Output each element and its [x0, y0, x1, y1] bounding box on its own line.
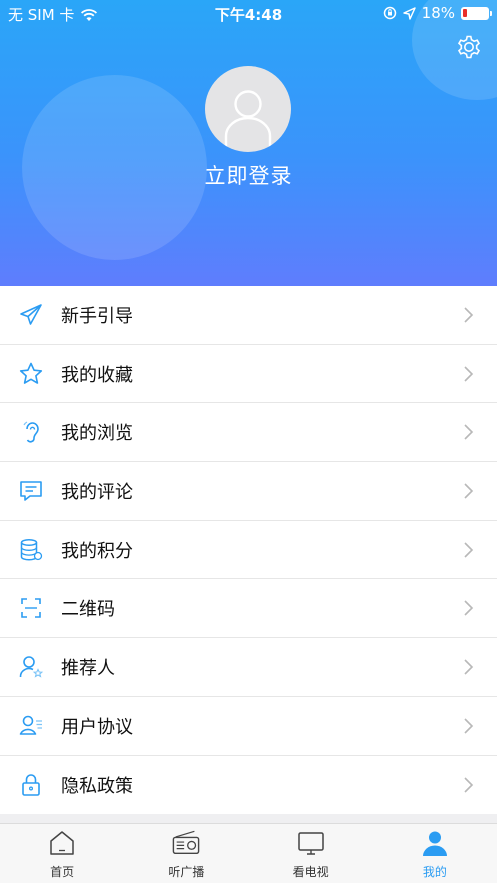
tv-icon — [297, 832, 324, 855]
paper-plane-icon — [20, 304, 42, 325]
tab-radio[interactable]: 听广播 — [124, 824, 248, 883]
tab-tv[interactable]: 看电视 — [249, 824, 373, 883]
comment-icon — [20, 481, 42, 501]
menu-item-label: 推荐人 — [61, 657, 115, 679]
user-placeholder-icon — [224, 90, 272, 150]
tab-label: 听广播 — [168, 865, 205, 879]
menu-item-label: 我的浏览 — [61, 423, 133, 445]
profile-header: 无 SIM 卡 下午4:48 18% 立即登录 — [0, 0, 497, 286]
menu-item-label: 我的收藏 — [61, 364, 133, 386]
chevron-right-icon — [464, 542, 474, 558]
settings-gear-icon[interactable] — [454, 32, 484, 62]
radio-icon — [173, 830, 200, 854]
menu-item-points[interactable]: 我的积分 — [0, 521, 497, 580]
ear-icon — [23, 421, 39, 443]
chevron-right-icon — [464, 600, 474, 616]
orientation-lock-icon — [383, 6, 396, 20]
avatar[interactable] — [205, 66, 291, 152]
chevron-right-icon — [464, 718, 474, 734]
menu-item-label: 二维码 — [61, 599, 115, 621]
battery-percent: 18% — [421, 4, 455, 22]
star-icon — [19, 362, 43, 384]
menu-item-label: 我的评论 — [61, 481, 133, 503]
menu-item-user-agreement[interactable]: 用户协议 — [0, 697, 497, 756]
battery-icon — [461, 6, 492, 20]
tab-label: 首页 — [50, 865, 75, 879]
menu-item-label: 隐私政策 — [61, 775, 133, 797]
menu-item-label: 用户协议 — [61, 716, 133, 738]
status-bar: 无 SIM 卡 下午4:48 18% — [0, 0, 497, 26]
chevron-right-icon — [464, 659, 474, 675]
location-arrow-icon — [402, 6, 416, 20]
menu-list: 新手引导 我的收藏 我的浏览 我的评论 我的积分 二维码 推荐人 用户协议 隐私… — [0, 286, 497, 815]
menu-item-comments[interactable]: 我的评论 — [0, 462, 497, 521]
lock-icon — [22, 774, 40, 796]
menu-item-history[interactable]: 我的浏览 — [0, 403, 497, 463]
tab-mine[interactable]: 我的 — [373, 824, 497, 883]
profile-icon — [422, 831, 447, 856]
menu-item-privacy[interactable]: 隐私政策 — [0, 756, 497, 815]
menu-item-qrcode[interactable]: 二维码 — [0, 579, 497, 639]
chevron-right-icon — [464, 307, 474, 323]
menu-item-referrer[interactable]: 推荐人 — [0, 638, 497, 697]
chevron-right-icon — [464, 777, 474, 793]
home-icon — [50, 831, 74, 855]
tab-bar: 首页 听广播 看电视 我的 — [0, 823, 497, 883]
tab-label: 看电视 — [292, 865, 329, 879]
menu-item-favorites[interactable]: 我的收藏 — [0, 345, 497, 404]
user-star-icon — [19, 656, 44, 678]
tab-home[interactable]: 首页 — [0, 824, 124, 883]
menu-item-label: 新手引导 — [61, 305, 133, 327]
chevron-right-icon — [464, 483, 474, 499]
tab-label: 我的 — [422, 865, 447, 879]
menu-item-guide[interactable]: 新手引导 — [0, 286, 497, 345]
scan-icon — [21, 598, 41, 619]
coins-icon — [20, 538, 43, 561]
chevron-right-icon — [464, 365, 474, 382]
user-agreement-icon — [19, 715, 42, 735]
login-button[interactable]: 立即登录 — [0, 160, 497, 190]
chevron-right-icon — [464, 424, 474, 440]
menu-item-label: 我的积分 — [61, 540, 133, 562]
